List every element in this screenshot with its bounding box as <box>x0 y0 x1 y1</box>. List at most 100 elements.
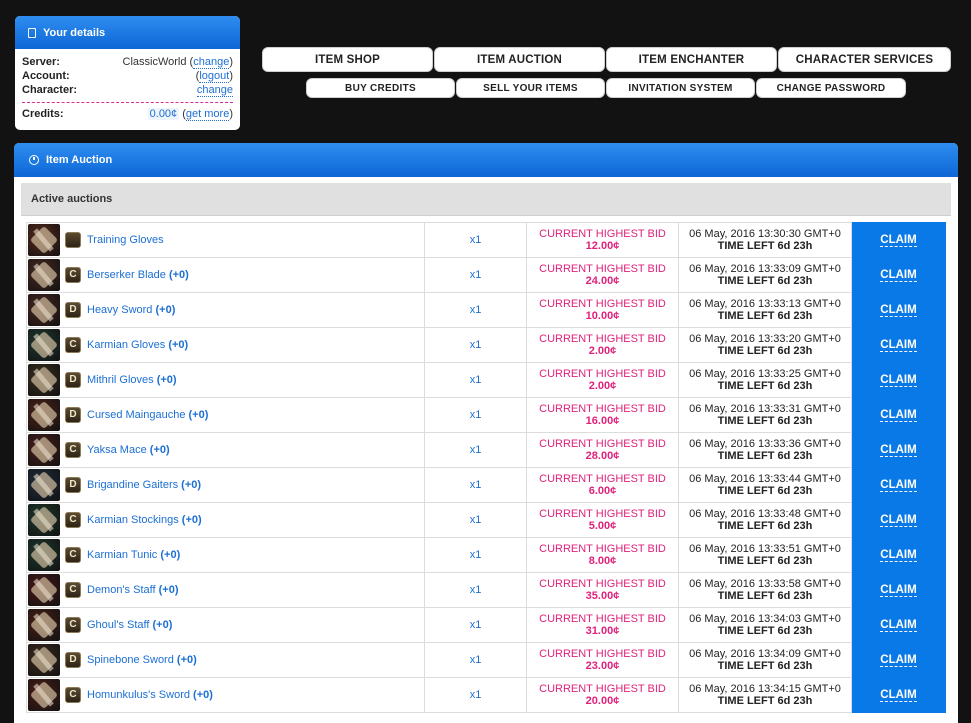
quantity-cell: x1 <box>424 432 527 468</box>
item-shop-button[interactable]: ITEM SHOP <box>262 47 433 72</box>
change-password-button[interactable]: CHANGE PASSWORD <box>756 78 906 98</box>
item-cell: C Ghoul's Staff (+0) <box>26 607 425 643</box>
change-server-link[interactable]: change <box>193 56 230 69</box>
claim-cell[interactable]: CLAIM <box>851 642 946 678</box>
claim-button[interactable]: CLAIM <box>880 654 917 667</box>
claim-cell[interactable]: CLAIM <box>851 257 946 293</box>
item-name-link[interactable]: Mithril Gloves <box>87 374 154 386</box>
bid-value: 10.00¢ <box>585 310 620 322</box>
quantity-cell: x1 <box>424 292 527 328</box>
time-cell: 06 May, 2016 13:33:25 GMT+0 TIME LEFT 6d… <box>678 362 852 398</box>
bid-value: 12.00¢ <box>585 240 620 252</box>
item-image-icon <box>28 679 60 711</box>
character-services-button[interactable]: CHARACTER SERVICES <box>778 47 951 72</box>
item-name-link[interactable]: Homunkulus's Sword <box>87 689 190 701</box>
bid-cell: CURRENT HIGHEST BID 8.00¢ <box>526 537 679 573</box>
claim-cell[interactable]: CLAIM <box>851 397 946 433</box>
enchant-level: (+0) <box>188 409 209 421</box>
item-name-link[interactable]: Cursed Maingauche <box>87 409 185 421</box>
item-image-icon <box>28 364 60 396</box>
claim-button[interactable]: CLAIM <box>880 689 917 702</box>
grade-badge: D <box>65 302 81 318</box>
claim-button[interactable]: CLAIM <box>880 409 917 422</box>
get-more-link[interactable]: get more <box>185 108 230 121</box>
server-value: ClassicWorld <box>122 56 187 68</box>
claim-cell[interactable]: CLAIM <box>851 677 946 713</box>
details-title: Your details <box>43 26 106 39</box>
item-name-link[interactable]: Spinebone Sword <box>87 654 174 666</box>
item-name-link[interactable]: Ghoul's Staff <box>87 619 149 631</box>
claim-cell[interactable]: CLAIM <box>851 327 946 363</box>
listing-date: 06 May, 2016 13:34:09 GMT+0 <box>689 648 841 660</box>
claim-cell[interactable]: CLAIM <box>851 572 946 608</box>
claim-button[interactable]: CLAIM <box>880 619 917 632</box>
claim-cell[interactable]: CLAIM <box>851 362 946 398</box>
item-image-icon <box>28 434 60 466</box>
bid-cell: CURRENT HIGHEST BID 35.00¢ <box>526 572 679 608</box>
enchant-level: (+0) <box>168 339 189 351</box>
buy-credits-button[interactable]: BUY CREDITS <box>306 78 455 98</box>
claim-button[interactable]: CLAIM <box>880 549 917 562</box>
grade-badge <box>65 232 81 248</box>
item-name-link[interactable]: Heavy Sword <box>87 304 152 316</box>
change-character-link[interactable]: change <box>196 84 233 97</box>
item-image-icon <box>28 609 60 641</box>
claim-button[interactable]: CLAIM <box>880 514 917 527</box>
item-image-icon <box>28 294 60 326</box>
claim-cell[interactable]: CLAIM <box>851 537 946 573</box>
bid-cell: CURRENT HIGHEST BID 31.00¢ <box>526 607 679 643</box>
time-cell: 06 May, 2016 13:30:30 GMT+0 TIME LEFT 6d… <box>678 222 852 258</box>
enchant-level: (+0) <box>168 269 189 281</box>
credits-value: 0.00¢ <box>147 108 180 120</box>
item-name-link[interactable]: Karmian Stockings <box>87 514 179 526</box>
bid-label: CURRENT HIGHEST BID <box>539 613 666 625</box>
claim-button[interactable]: CLAIM <box>880 374 917 387</box>
claim-cell[interactable]: CLAIM <box>851 222 946 258</box>
item-auction-panel: Item Auction Active auctions Training Gl… <box>14 143 958 723</box>
claim-button[interactable]: CLAIM <box>880 479 917 492</box>
item-name-link[interactable]: Karmian Gloves <box>87 339 165 351</box>
table-row: C Demon's Staff (+0) x1 CURRENT HIGHEST … <box>26 572 946 608</box>
claim-cell[interactable]: CLAIM <box>851 502 946 538</box>
claim-cell[interactable]: CLAIM <box>851 467 946 503</box>
table-row: D Brigandine Gaiters (+0) x1 CURRENT HIG… <box>26 467 946 503</box>
item-name-link[interactable]: Yaksa Mace <box>87 444 147 456</box>
item-name-link[interactable]: Training Gloves <box>87 234 164 246</box>
claim-cell[interactable]: CLAIM <box>851 607 946 643</box>
quantity-cell: x1 <box>424 677 527 713</box>
claim-button[interactable]: CLAIM <box>880 339 917 352</box>
invitation-system-button[interactable]: INVITATION SYSTEM <box>606 78 755 98</box>
bid-value: 2.00¢ <box>588 380 617 392</box>
sell-your-items-button[interactable]: SELL YOUR ITEMS <box>456 78 605 98</box>
item-auction-button[interactable]: ITEM AUCTION <box>434 47 605 72</box>
time-left: TIME LEFT 6d 23h <box>717 520 813 532</box>
item-name-link[interactable]: Demon's Staff <box>87 584 156 596</box>
enchant-level: (+0) <box>181 514 202 526</box>
claim-cell[interactable]: CLAIM <box>851 432 946 468</box>
enchant-level: (+0) <box>176 654 197 666</box>
claim-button[interactable]: CLAIM <box>880 444 917 457</box>
claim-cell[interactable]: CLAIM <box>851 292 946 328</box>
item-name-link[interactable]: Brigandine Gaiters <box>87 479 178 491</box>
bid-cell: CURRENT HIGHEST BID 23.00¢ <box>526 642 679 678</box>
document-icon <box>28 27 36 38</box>
character-label: Character: <box>22 84 78 96</box>
grade-badge: D <box>65 477 81 493</box>
item-cell: D Spinebone Sword (+0) <box>26 642 425 678</box>
item-name-link[interactable]: Berserker Blade <box>87 269 166 281</box>
item-enchanter-button[interactable]: ITEM ENCHANTER <box>606 47 777 72</box>
claim-button[interactable]: CLAIM <box>880 304 917 317</box>
table-row: C Ghoul's Staff (+0) x1 CURRENT HIGHEST … <box>26 607 946 643</box>
listing-date: 06 May, 2016 13:33:48 GMT+0 <box>689 508 841 520</box>
logout-link[interactable]: logout <box>199 70 230 83</box>
claim-button[interactable]: CLAIM <box>880 269 917 282</box>
enchant-level: (+0) <box>160 549 181 561</box>
bid-value: 28.00¢ <box>585 450 620 462</box>
claim-button[interactable]: CLAIM <box>880 584 917 597</box>
claim-button[interactable]: CLAIM <box>880 234 917 247</box>
item-image-icon <box>28 259 60 291</box>
table-row: C Karmian Stockings (+0) x1 CURRENT HIGH… <box>26 502 946 538</box>
item-name-link[interactable]: Karmian Tunic <box>87 549 157 561</box>
bid-cell: CURRENT HIGHEST BID 20.00¢ <box>526 677 679 713</box>
item-cell: C Karmian Tunic (+0) <box>26 537 425 573</box>
